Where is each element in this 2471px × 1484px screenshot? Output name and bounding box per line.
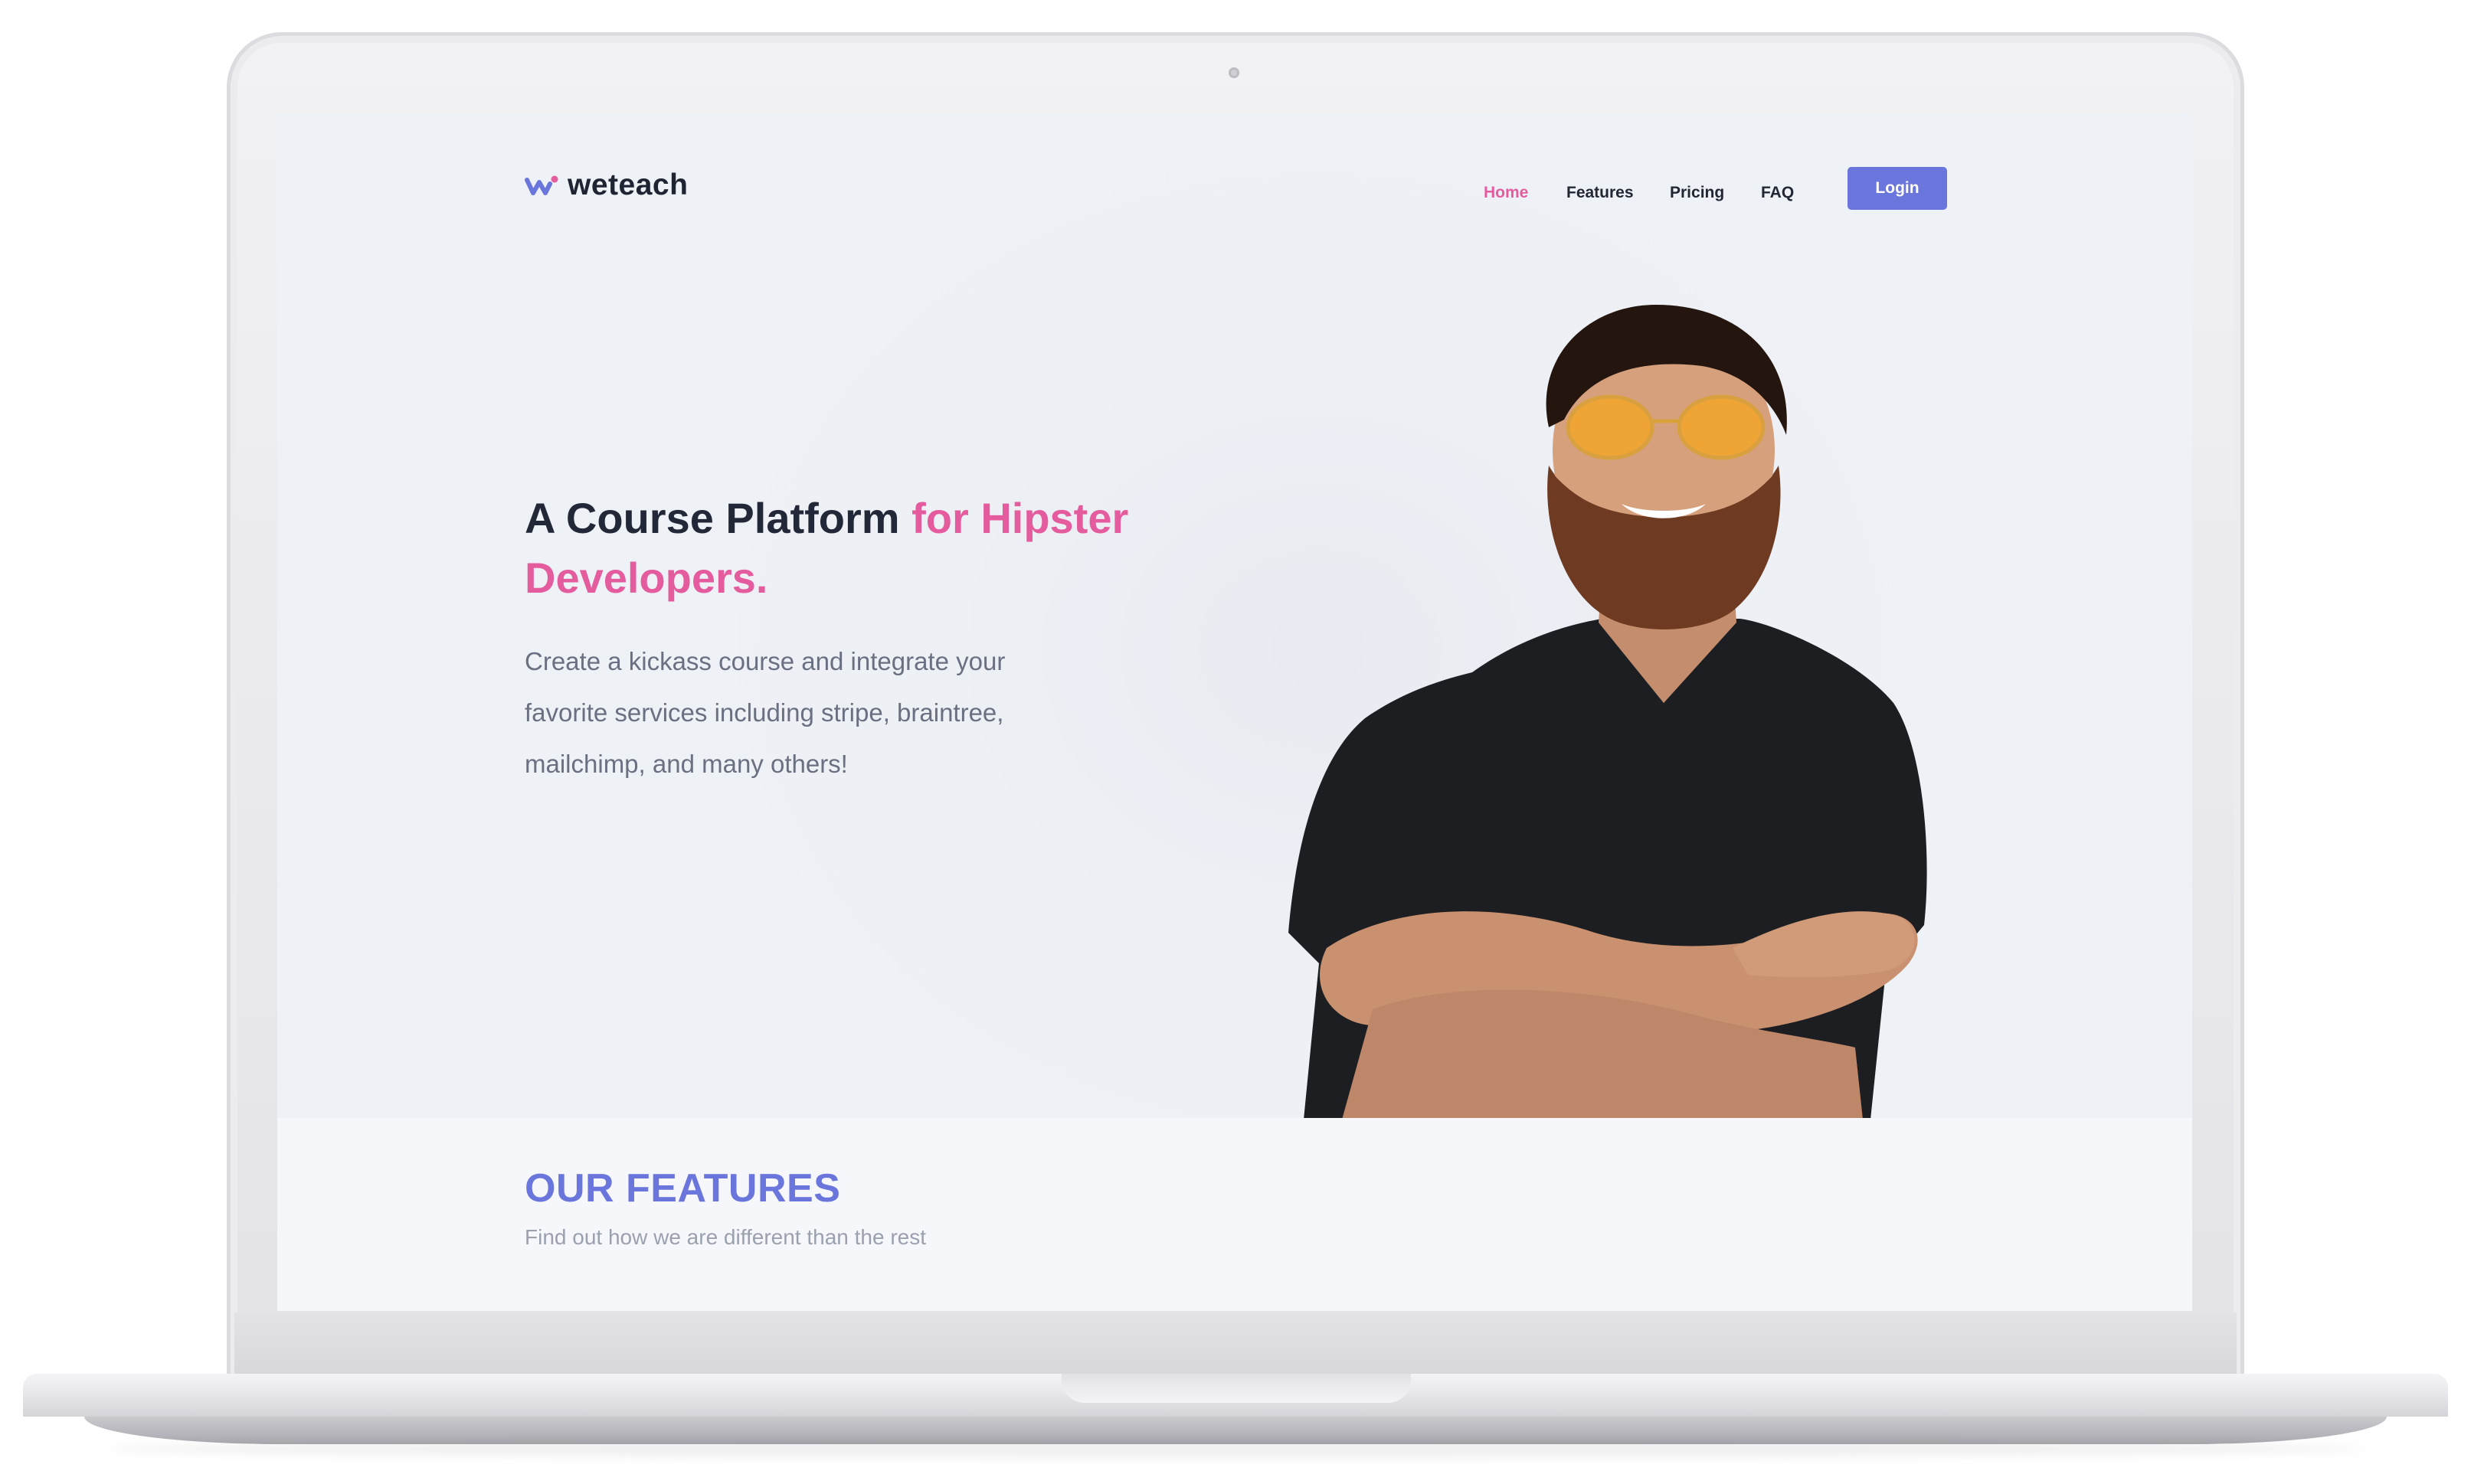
- hero-person-image: [1288, 305, 1927, 1120]
- nav-faq[interactable]: FAQ: [1761, 178, 1794, 208]
- headline-highlight: for Hipster: [911, 494, 1129, 542]
- brand-logo[interactable]: weteach: [525, 168, 688, 202]
- laptop-shadow: [107, 1440, 2364, 1458]
- nav-features[interactable]: Features: [1566, 178, 1634, 208]
- hero-headline: A Course Platform for Hipster Developers.: [525, 489, 1183, 608]
- nav-home[interactable]: Home: [1484, 178, 1528, 208]
- features-subtitle: Find out how we are different than the r…: [525, 1225, 927, 1249]
- brand-name: weteach: [568, 168, 689, 201]
- headline-highlight-2: Developers.: [525, 554, 768, 602]
- camera-icon: [1229, 67, 1239, 78]
- headline-dark: A Course Platform: [525, 494, 912, 542]
- features-title: OUR FEATURES: [525, 1166, 841, 1211]
- laptop-hinge-notch: [1062, 1374, 1411, 1403]
- laptop-bezel-bottom: [234, 1312, 2237, 1381]
- website-screen: weteach Home Features Pricing FAQ Login …: [277, 113, 2192, 1311]
- login-button[interactable]: Login: [1848, 167, 1947, 210]
- hero-subtext: Create a kickass course and integrate yo…: [525, 647, 1006, 778]
- hero-section: weteach Home Features Pricing FAQ Login …: [277, 113, 2192, 1120]
- w-logo-icon: [525, 175, 558, 195]
- features-section: [277, 1118, 2192, 1311]
- nav-pricing[interactable]: Pricing: [1670, 178, 1724, 208]
